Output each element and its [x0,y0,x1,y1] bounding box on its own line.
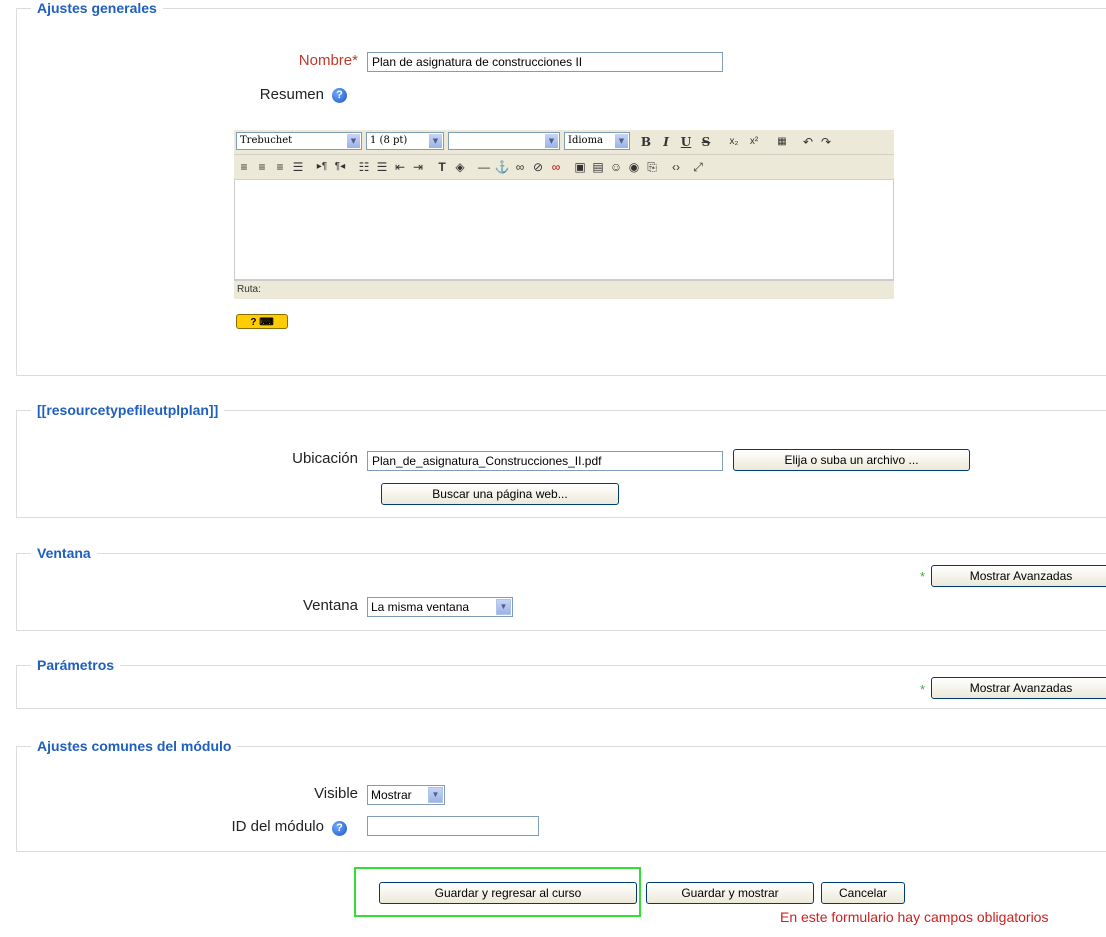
choose-file-button[interactable]: Elija o suba un archivo ... [733,449,970,471]
advanced-marker-icon: * [920,682,926,697]
save-display-button[interactable]: Guardar y mostrar [646,882,814,904]
strikethrough-icon[interactable]: S [698,133,714,151]
horizontal-rule-icon[interactable]: — [476,158,492,176]
unordered-list-icon[interactable]: ☰ [374,158,390,176]
anchor-icon[interactable]: ⚓ [494,158,510,176]
location-label: Ubicación [292,450,358,467]
visible-label: Visible [314,785,358,802]
ltr-icon[interactable]: ▸¶ [314,158,330,176]
chevron-down-icon: ▼ [428,787,443,803]
location-input[interactable] [367,451,723,471]
special-char-icon[interactable]: ◉ [626,158,642,176]
outdent-icon[interactable]: ⇤ [392,158,408,176]
align-left-icon[interactable]: ≡ [236,158,252,176]
visible-select[interactable]: Mostrar ▼ [367,785,445,805]
indent-icon[interactable]: ⇥ [410,158,426,176]
rtl-icon[interactable]: ¶◂ [332,158,348,176]
bold-icon[interactable]: B [638,133,654,151]
size-select[interactable]: 1 (8 pt) ▼ [366,132,444,150]
background-color-icon[interactable]: ◈ [452,158,468,176]
link-icon[interactable]: ∞ [512,158,528,176]
editor-toolbar-row-2: ≡ ≡ ≡ ☰ ▸¶ ¶◂ ☷ ☰ ⇤ ⇥ T ◈ — ⚓ ∞ ⊘ ∞ ▣ ▤ … [234,155,894,180]
chevron-down-icon: ▼ [496,599,511,615]
font-select[interactable]: Trebuchet ▼ [236,132,362,150]
required-fields-note: En este formulario hay campos obligatori… [780,909,1049,925]
save-return-button[interactable]: Guardar y regresar al curso [379,882,637,904]
align-right-icon[interactable]: ≡ [272,158,288,176]
window-label: Ventana [302,597,358,614]
common-fieldset: Ajustes comunes del módulo [16,737,1106,852]
general-settings-legend: Ajustes generales [31,0,163,17]
params-show-advanced-button[interactable]: Mostrar Avanzadas [931,677,1106,699]
help-icon[interactable]: ? [332,88,347,103]
text-color-icon[interactable]: T [434,158,450,176]
editor-path-bar: Ruta: [234,280,894,299]
justify-icon[interactable]: ☰ [290,158,306,176]
idnumber-label: ID del módulo [231,818,324,835]
window-legend: Ventana [31,544,97,562]
style-select[interactable]: ▼ [448,132,560,150]
language-select[interactable]: Idioma ▼ [564,132,630,150]
name-label: Nombre* [298,52,358,69]
insert-table-icon[interactable]: ▤ [590,158,606,176]
undo-icon[interactable]: ↶ [800,133,816,151]
search-web-button[interactable]: Buscar una página web... [381,483,619,505]
redo-icon[interactable]: ↷ [818,133,834,151]
window-show-advanced-button[interactable]: Mostrar Avanzadas [931,565,1106,587]
params-legend: Parámetros [31,656,121,674]
editor-toolbar-row-1: Trebuchet ▼ 1 (8 pt) ▼ ▼ Idioma ▼ B I U S x… [234,130,894,155]
underline-icon[interactable]: U [678,133,694,151]
search-replace-icon[interactable]: ⎘ [644,158,660,176]
summary-label: Resumen [259,86,324,103]
keyboard-shortcuts-icon[interactable]: ? ⌨ [236,314,288,329]
window-select[interactable]: La misma ventana ▼ [367,597,513,617]
name-input[interactable] [367,52,723,72]
idnumber-input[interactable] [367,816,539,836]
superscript-icon[interactable]: x² [746,133,762,151]
help-icon[interactable]: ? [332,821,347,836]
insert-image-icon[interactable]: ▣ [572,158,588,176]
fullscreen-icon[interactable]: ⤢ [690,158,706,176]
align-center-icon[interactable]: ≡ [254,158,270,176]
common-legend: Ajustes comunes del módulo [31,737,238,755]
resource-legend: [[resourcetypefileutplplan]] [31,401,225,419]
html-editor[interactable]: Trebuchet ▼ 1 (8 pt) ▼ ▼ Idioma ▼ B I U S x… [234,130,894,299]
smiley-icon[interactable]: ☺ [608,158,624,176]
ordered-list-icon[interactable]: ☷ [356,158,372,176]
unlink-icon[interactable]: ⊘ [530,158,546,176]
advanced-marker-icon: * [920,569,926,584]
italic-icon[interactable]: I [658,133,674,151]
nolink-icon[interactable]: ∞ [548,158,564,176]
subscript-icon[interactable]: x₂ [726,133,742,151]
cancel-button[interactable]: Cancelar [821,882,905,904]
editor-textarea[interactable] [234,180,894,280]
clean-word-icon[interactable]: ▦ [774,133,790,151]
html-source-icon[interactable]: ‹› [668,158,684,176]
